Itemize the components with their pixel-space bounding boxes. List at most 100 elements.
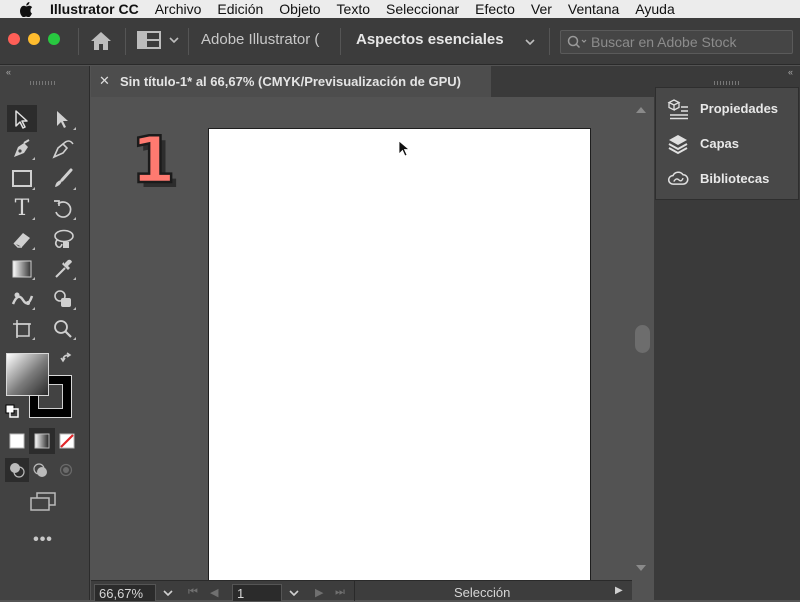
canvas-area[interactable]: 1 [91, 97, 632, 580]
collapse-icon[interactable]: « [6, 67, 11, 77]
edit-toolbar-button[interactable]: ••• [31, 531, 55, 549]
menu-bar: Illustrator CC Archivo Edición Objeto Te… [0, 0, 800, 18]
home-icon[interactable] [89, 30, 113, 52]
menu-seleccionar[interactable]: Seleccionar [378, 0, 467, 18]
tool-group-indicator [32, 337, 35, 340]
curvature-tool-icon [51, 138, 75, 160]
scroll-up-icon[interactable] [636, 107, 646, 113]
default-fill-stroke-icon[interactable] [5, 404, 19, 418]
menu-illustrator[interactable]: Illustrator CC [42, 0, 147, 18]
rectangle-tool[interactable] [7, 165, 37, 192]
next-artboard-icon[interactable]: ▶ [315, 586, 323, 599]
arrange-documents-button[interactable] [137, 31, 179, 49]
menu-ayuda[interactable]: Ayuda [627, 0, 682, 18]
puppet-warp-tool[interactable] [7, 285, 37, 312]
status-menu-icon[interactable]: ▶ [615, 585, 623, 596]
window-maximize-button[interactable] [48, 33, 60, 45]
search-icon [567, 35, 587, 49]
panel-grip[interactable] [714, 81, 740, 85]
menu-efecto[interactable]: Efecto [467, 0, 523, 18]
tool-group-indicator [73, 217, 76, 220]
panel-layers-label: Capas [700, 136, 740, 151]
tool-group-indicator [32, 277, 35, 280]
rotate-tool[interactable] [48, 195, 78, 222]
panel-libraries[interactable]: Bibliotecas [656, 161, 800, 196]
menu-edicion[interactable]: Edición [209, 0, 271, 18]
shape-builder-tool-icon [51, 288, 75, 310]
direct-selection-tool[interactable] [48, 105, 78, 132]
properties-icon [667, 98, 689, 120]
zoom-level-field[interactable]: 66,67% [94, 584, 156, 602]
panel-layers[interactable]: Capas [656, 126, 800, 161]
window-close-button[interactable] [8, 33, 20, 45]
document-tab-title: Sin título-1* al 66,67% (CMYK/Previsuali… [120, 74, 461, 89]
step-number-badge: 1 [130, 124, 177, 198]
color-mode-button[interactable] [8, 432, 26, 450]
fill-swatch[interactable] [6, 353, 49, 396]
zoom-tool[interactable] [48, 315, 78, 342]
swap-fill-stroke-icon[interactable] [60, 352, 74, 366]
workspace-switcher[interactable]: Aspectos esenciales [356, 31, 504, 48]
artboard-number-field[interactable]: 1 [232, 584, 282, 602]
none-mode-button[interactable] [58, 432, 76, 450]
artboard-tool-icon [11, 318, 33, 340]
artboard-dropdown-icon[interactable] [283, 584, 305, 602]
expand-panels-icon[interactable]: « [788, 67, 793, 77]
stock-search-field[interactable] [560, 30, 793, 54]
pen-tool[interactable] [7, 135, 37, 162]
divider [340, 28, 341, 55]
paintbrush-tool[interactable] [48, 165, 78, 192]
close-tab-icon[interactable]: ✕ [99, 73, 110, 89]
menu-ventana[interactable]: Ventana [560, 0, 627, 18]
zoom-dropdown-icon[interactable] [157, 584, 179, 602]
curvature-tool[interactable] [48, 135, 78, 162]
search-input[interactable] [591, 33, 789, 51]
lasso-tool[interactable] [48, 225, 78, 252]
menu-texto[interactable]: Texto [329, 0, 378, 18]
first-artboard-icon[interactable]: ⏮ [188, 586, 198, 599]
panel-properties-label: Propiedades [700, 101, 779, 116]
document-switcher[interactable]: Adobe Illustrator ( [201, 31, 334, 48]
menu-objeto[interactable]: Objeto [271, 0, 328, 18]
chevron-down-icon[interactable] [525, 39, 535, 45]
divider [354, 581, 355, 601]
menu-ver[interactable]: Ver [523, 0, 560, 18]
screen-mode-button[interactable] [28, 491, 58, 513]
vertical-scrollbar[interactable] [632, 97, 654, 580]
last-artboard-icon[interactable]: ⏭ [335, 586, 345, 599]
type-tool-icon: T [14, 196, 30, 221]
eyedropper-tool[interactable] [48, 255, 78, 282]
tool-group-indicator [32, 187, 35, 190]
type-tool[interactable]: T [7, 195, 37, 222]
shape-builder-tool[interactable] [48, 285, 78, 312]
previous-artboard-icon[interactable]: ◀ [210, 586, 218, 599]
right-panel-dock: « Propiedades Capas Bibliotecas [654, 66, 800, 600]
tool-group-indicator [32, 157, 35, 160]
tool-group-indicator [73, 187, 76, 190]
document-tab[interactable]: ✕ Sin título-1* al 66,67% (CMYK/Previsua… [91, 66, 491, 97]
status-text: Selección [454, 585, 511, 600]
gradient-tool[interactable] [7, 255, 37, 282]
draw-inside-button[interactable] [57, 461, 75, 479]
selection-tool[interactable] [7, 105, 37, 132]
lasso-tool-icon [51, 228, 75, 250]
gradient-mode-button[interactable] [29, 428, 55, 454]
application-bar: Adobe Illustrator ( Aspectos esenciales [0, 18, 800, 65]
draw-normal-button[interactable] [5, 458, 29, 482]
window-minimize-button[interactable] [28, 33, 40, 45]
scroll-down-icon[interactable] [636, 565, 646, 571]
artboard[interactable] [208, 128, 591, 580]
pen-tool-icon [11, 138, 33, 160]
divider [125, 28, 126, 55]
panel-libraries-label: Bibliotecas [700, 171, 770, 186]
panel-grip[interactable] [30, 81, 56, 85]
eraser-tool[interactable] [7, 225, 37, 252]
scrollbar-thumb[interactable] [635, 325, 650, 353]
draw-behind-button[interactable] [31, 461, 49, 479]
panel-properties[interactable]: Propiedades [656, 91, 800, 126]
artboard-tool[interactable] [7, 315, 37, 342]
document-tab-bar: ✕ Sin título-1* al 66,67% (CMYK/Previsua… [91, 66, 654, 97]
menu-archivo[interactable]: Archivo [147, 0, 210, 18]
apple-icon[interactable] [16, 1, 36, 17]
rotate-tool-icon [52, 198, 74, 220]
